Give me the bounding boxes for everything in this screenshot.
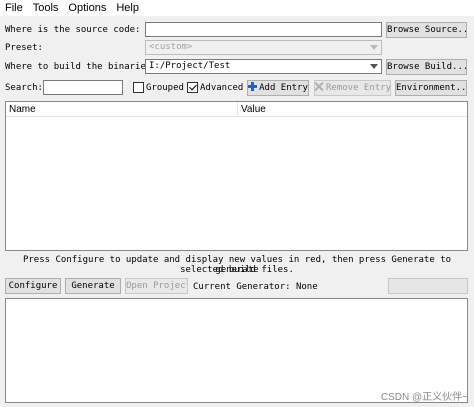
preset-value: <custom> — [149, 42, 193, 52]
preset-select: <custom> — [145, 40, 382, 55]
advanced-checkbox[interactable] — [187, 82, 198, 93]
column-value-header[interactable]: Value — [238, 102, 266, 117]
info-line-2: selected build files. — [180, 265, 294, 275]
menu-help[interactable]: Help — [111, 0, 144, 16]
chevron-down-icon — [370, 45, 378, 50]
watermark: CSDN @正义伙伴~ — [380, 392, 468, 403]
preset-label: Preset: — [5, 43, 43, 53]
open-project-button: Open Project — [125, 278, 188, 294]
source-input[interactable] — [145, 22, 382, 37]
table-header: Name Value — [6, 102, 467, 117]
build-dir-combo[interactable]: I:/Project/Test — [145, 59, 382, 74]
add-entry-button[interactable]: Add Entry — [247, 80, 309, 96]
remove-entry-button: Remove Entry — [314, 80, 391, 96]
cache-table[interactable]: Name Value — [5, 101, 468, 251]
configure-button[interactable]: Configure — [5, 278, 61, 294]
column-name-header[interactable]: Name — [6, 102, 36, 117]
source-label: Where is the source code: — [5, 25, 141, 35]
build-label: Where to build the binaries: — [5, 62, 157, 72]
search-input[interactable] — [43, 80, 123, 95]
add-entry-label: Add Entry — [259, 83, 308, 93]
advanced-label: Advanced — [200, 83, 244, 93]
progress-bar — [388, 278, 468, 294]
grouped-checkbox[interactable] — [133, 82, 144, 93]
search-label: Search: — [5, 83, 43, 93]
menu-tools[interactable]: Tools — [28, 0, 64, 16]
chevron-down-icon[interactable] — [370, 64, 378, 69]
environment-button[interactable]: Environment... — [395, 80, 467, 96]
plus-icon — [248, 82, 258, 91]
menu-bar: File Tools Options Help — [0, 0, 474, 16]
build-dir-value: I:/Project/Test — [149, 61, 231, 71]
grouped-label: Grouped — [146, 83, 184, 93]
current-generator-label: Current Generator: None — [193, 282, 318, 292]
remove-icon — [315, 82, 324, 91]
menu-file[interactable]: File — [0, 0, 28, 16]
browse-source-button[interactable]: Browse Source... — [386, 22, 467, 38]
generate-button[interactable]: Generate — [65, 278, 121, 294]
browse-build-button[interactable]: Browse Build... — [386, 59, 467, 75]
remove-entry-label: Remove Entry — [326, 83, 391, 93]
menu-options[interactable]: Options — [63, 0, 111, 16]
